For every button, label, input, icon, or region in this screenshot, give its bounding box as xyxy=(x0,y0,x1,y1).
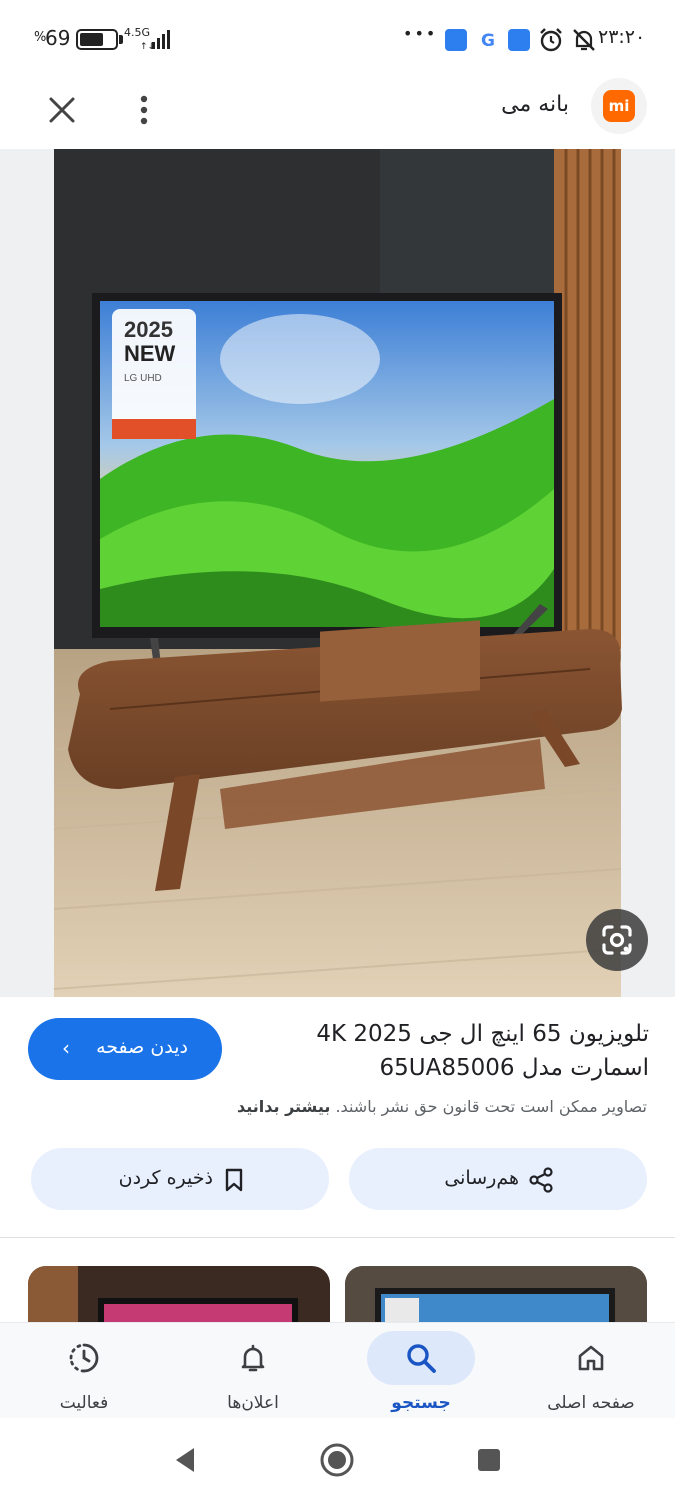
nav-home-label: صفحه اصلی xyxy=(547,1393,635,1413)
google-lens-icon xyxy=(602,925,632,955)
alarm-icon xyxy=(540,28,562,52)
share-button[interactable]: هم‌رسانی xyxy=(349,1148,647,1210)
site-logo[interactable]: mi xyxy=(591,78,647,134)
status-time: ۲۳:۲۰ xyxy=(598,26,646,48)
visit-page-label: دیدن صفحه xyxy=(96,1036,188,1058)
result-image[interactable]: 2025 NEW LG UHD xyxy=(0,149,675,997)
bell-icon xyxy=(241,1344,265,1372)
svg-text:G: G xyxy=(481,31,495,51)
battery-icon xyxy=(76,29,118,50)
nav-search[interactable]: جستجو xyxy=(337,1323,505,1419)
overflow-dots-icon: ••• xyxy=(403,24,438,43)
signal-icon: ↑↓ xyxy=(140,30,170,50)
chevron-left-icon: ‹ xyxy=(62,1036,70,1060)
close-icon xyxy=(49,97,75,123)
svg-text:↑↓: ↑↓ xyxy=(140,42,155,50)
tv-screen-text-lg-uhd: LG UHD xyxy=(124,373,162,384)
nav-notifications-label: اعلان‌ها xyxy=(227,1393,279,1413)
lens-search-button[interactable] xyxy=(586,909,648,971)
result-details: تلویزیون 65 اینچ ال جی 4K 2025 اسمارت مد… xyxy=(0,997,675,1237)
more-vert-icon xyxy=(140,95,148,125)
learn-more-link[interactable]: بیشتر بدانید xyxy=(237,1097,330,1116)
mi-logo-icon: mi xyxy=(603,90,635,122)
section-divider xyxy=(0,1237,675,1238)
search-icon xyxy=(407,1344,436,1373)
google-icon: G xyxy=(481,31,495,51)
close-button[interactable] xyxy=(40,84,84,128)
home-icon xyxy=(578,1345,604,1371)
mute-icon xyxy=(573,29,595,51)
battery-tip xyxy=(119,35,123,44)
copyright-text: تصاویر ممکن است تحت قانون حق نشر باشند. xyxy=(335,1097,647,1116)
battery-fill xyxy=(80,33,103,46)
bookmark-icon xyxy=(225,1168,243,1192)
nav-notifications[interactable]: اعلان‌ها xyxy=(169,1323,337,1419)
result-title[interactable]: تلویزیون 65 اینچ ال جی 4K 2025 اسمارت مد… xyxy=(249,1017,649,1085)
status-bar: % 69 4.5G ↑↓ ••• G ۲۳:۲۰ xyxy=(0,0,675,80)
nav-home[interactable]: صفحه اصلی xyxy=(507,1323,675,1419)
save-label: ذخیره کردن xyxy=(118,1167,213,1189)
tv-product-photo: 2025 NEW LG UHD xyxy=(53,149,622,997)
share-icon xyxy=(529,1167,553,1193)
back-icon[interactable] xyxy=(166,1440,206,1480)
save-button[interactable]: ذخیره کردن xyxy=(31,1148,329,1210)
home-button-icon[interactable] xyxy=(317,1440,357,1480)
recents-icon[interactable] xyxy=(469,1440,509,1480)
nav-search-label: جستجو xyxy=(391,1393,451,1413)
nav-activity[interactable]: فعالیت xyxy=(0,1323,168,1419)
system-navigation-bar xyxy=(0,1418,675,1500)
activity-icon xyxy=(69,1343,99,1373)
app-notification-icon xyxy=(508,29,530,51)
nav-activity-label: فعالیت xyxy=(59,1393,109,1413)
copyright-notice: تصاویر ممکن است تحت قانون حق نشر باشند. … xyxy=(237,1097,647,1116)
more-options-button[interactable] xyxy=(126,84,162,128)
battery-percent: 69 xyxy=(45,26,71,50)
site-name[interactable]: بانه می xyxy=(501,92,569,117)
tv-screen-text-2025: 2025 xyxy=(124,317,173,342)
top-header: بانه می mi xyxy=(0,78,675,148)
app-notification-icon xyxy=(445,29,467,51)
bottom-navigation: صفحه اصلی جستجو اعلان‌ها فعالیت xyxy=(0,1322,675,1418)
share-label: هم‌رسانی xyxy=(444,1167,519,1189)
visit-page-button[interactable]: دیدن صفحه ‹ xyxy=(28,1018,222,1080)
tv-screen-text-new: NEW xyxy=(124,341,176,366)
